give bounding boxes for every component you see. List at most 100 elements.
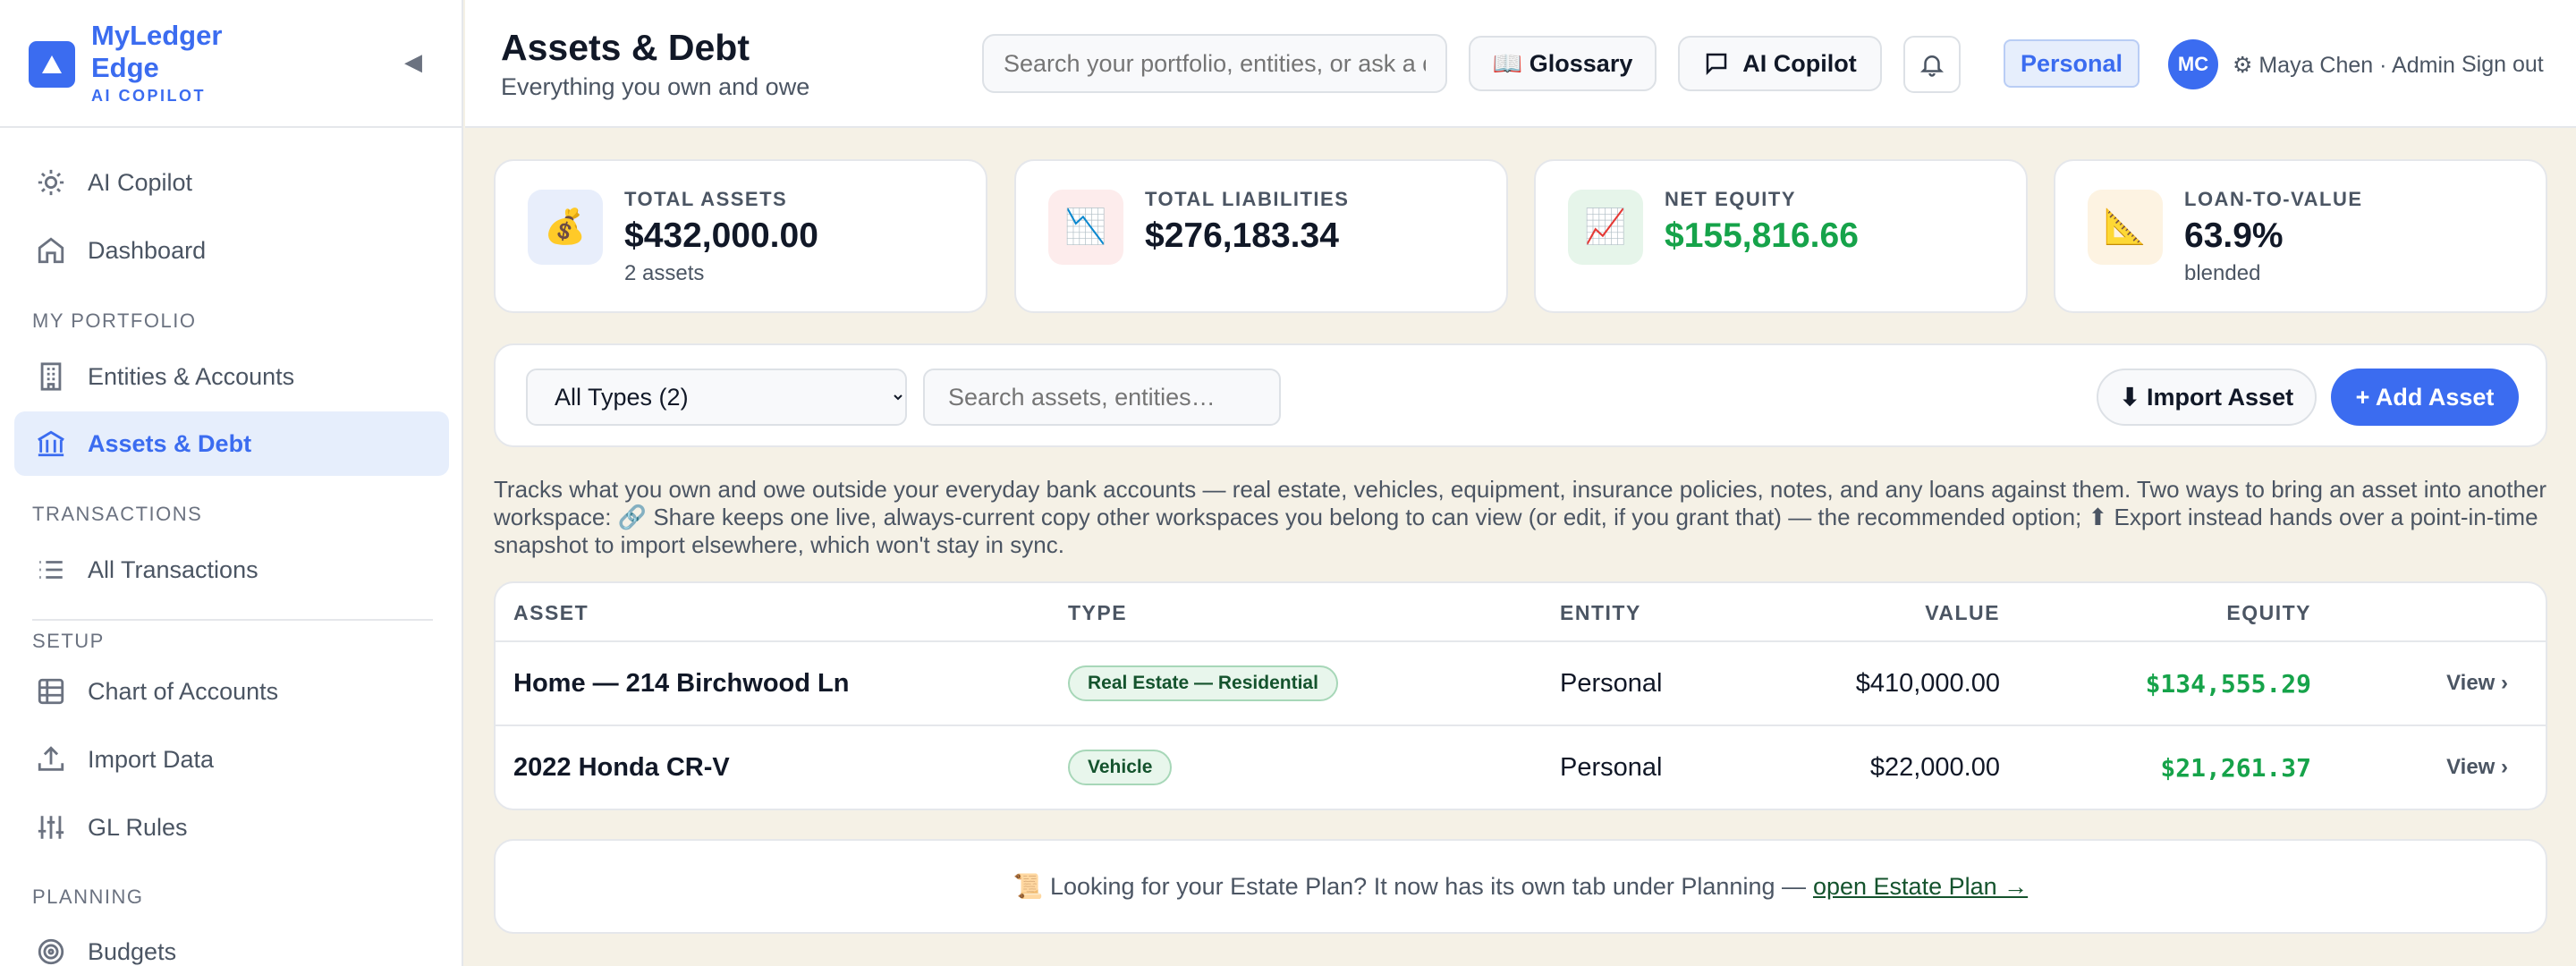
brand-header: MyLedger Edge AI COPILOT ◀ [0, 0, 462, 128]
entity-cell: Personal [1560, 753, 1663, 782]
upload-icon [36, 744, 66, 775]
brand-subtitle: AI COPILOT [91, 87, 206, 105]
value-cell: $22,000.00 [1869, 753, 2000, 782]
table-row[interactable]: Home — 214 Birchwood Ln Real Estate — Re… [496, 642, 2546, 726]
sidebar-item-label: GL Rules [88, 813, 188, 841]
sidebar-item-import-data[interactable]: Import Data [14, 727, 449, 792]
sidebar-item-chart-of-accounts[interactable]: Chart of Accounts [14, 659, 449, 724]
stat-card-total-assets: 💰 TOTAL ASSETS $432,000.00 2 assets [494, 159, 987, 313]
sidebar-item-all-transactions[interactable]: All Transactions [14, 538, 449, 602]
user-settings-link[interactable]: ⚙ Maya Chen · Admin [2233, 52, 2455, 79]
sidebar-item-label: Chart of Accounts [88, 677, 279, 705]
list-icon [36, 555, 66, 585]
type-badge: Real Estate — Residential [1068, 665, 1338, 701]
asset-name: 2022 Honda CR-V [513, 753, 730, 782]
import-asset-button[interactable]: ⬇ Import Asset [2097, 369, 2317, 426]
sidebar-item-label: Budgets [88, 937, 177, 965]
column-header-asset: ASSET [513, 601, 589, 624]
column-header-equity: EQUITY [2226, 601, 2311, 624]
bank-icon [36, 428, 66, 459]
global-search-input[interactable] [982, 34, 1447, 93]
section-label-portfolio: MY PORTFOLIO [32, 309, 197, 332]
bell-icon [1919, 55, 1945, 77]
sidebar-item-ai-copilot[interactable]: AI Copilot [14, 150, 449, 215]
open-estate-plan-link[interactable]: open Estate Plan → [1813, 873, 2028, 901]
sidebar-divider [32, 619, 433, 621]
value-cell: $410,000.00 [1855, 669, 2000, 698]
sidebar-item-label: AI Copilot [88, 168, 193, 196]
sidebar-item-label: Import Data [88, 745, 215, 773]
sidebar-item-label: Entities & Accounts [88, 362, 295, 390]
ai-copilot-button[interactable]: AI Copilot [1678, 36, 1882, 91]
add-asset-button[interactable]: + Add Asset [2331, 369, 2519, 426]
sliders-icon [36, 812, 66, 843]
estate-notice-text: 📜 Looking for your Estate Plan? It now h… [1013, 873, 1806, 900]
stat-sub: blended [2184, 261, 2261, 285]
stat-label: LOAN-TO-VALUE [2184, 188, 2363, 210]
estate-plan-notice: 📜 Looking for your Estate Plan? It now h… [494, 839, 2547, 934]
money-bag-icon: 💰 [528, 190, 603, 265]
stat-value: $155,816.66 [1665, 216, 1859, 255]
chart-down-icon: 📉 [1048, 190, 1123, 265]
sidebar-item-assets-debt[interactable]: Assets & Debt [14, 411, 449, 476]
assets-table: ASSET TYPE ENTITY VALUE EQUITY Home — 21… [494, 581, 2547, 810]
stat-card-net-equity: 📈 NET EQUITY $155,816.66 [1534, 159, 2028, 313]
glossary-button[interactable]: 📖 Glossary [1469, 36, 1657, 91]
chat-icon [1707, 53, 1727, 76]
type-badge: Vehicle [1068, 750, 1173, 785]
column-header-type: TYPE [1068, 601, 1128, 624]
sign-out-link[interactable]: Sign out [2462, 52, 2544, 78]
brand-name-line2: Edge [91, 52, 159, 83]
chart-up-icon: 📈 [1568, 190, 1643, 265]
stat-card-total-liabilities: 📉 TOTAL LIABILITIES $276,183.34 [1014, 159, 1508, 313]
equity-cell: $21,261.37 [2160, 753, 2311, 783]
section-label-setup: SETUP [32, 630, 105, 652]
asset-toolbar: All Types (2) ⬇ Import Asset + Add Asset [494, 343, 2547, 447]
workspace-switcher[interactable]: Personal [2004, 39, 2140, 88]
brand-name-line1: MyLedger [91, 20, 223, 51]
sidebar-item-entities-accounts[interactable]: Entities & Accounts [14, 344, 449, 409]
brand-logo-icon [29, 41, 75, 88]
triangle-ruler-icon: 📐 [2088, 190, 2163, 265]
sidebar-item-label: Dashboard [88, 236, 207, 264]
page-subtitle: Everything you own and owe [501, 73, 810, 100]
asset-search-input[interactable] [923, 369, 1281, 426]
type-filter-select[interactable]: All Types (2) [526, 369, 907, 426]
avatar[interactable]: MC [2168, 39, 2218, 89]
table-header: ASSET TYPE ENTITY VALUE EQUITY [496, 583, 2546, 642]
collapse-sidebar-button[interactable]: ◀ [404, 48, 422, 76]
brand-name: MyLedger Edge [91, 20, 222, 84]
stat-label: TOTAL ASSETS [624, 188, 788, 210]
section-label-planning: PLANNING [32, 886, 144, 908]
ai-copilot-label: AI Copilot [1742, 49, 1857, 77]
home-icon [36, 235, 66, 266]
target-icon [36, 936, 66, 966]
sidebar-item-label: All Transactions [88, 555, 258, 583]
equity-cell: $134,555.29 [2145, 669, 2311, 699]
column-header-value: VALUE [1925, 601, 2000, 624]
stat-value: $432,000.00 [624, 216, 818, 255]
stat-sub: 2 assets [624, 261, 705, 285]
table-row[interactable]: 2022 Honda CR-V Vehicle Personal $22,000… [496, 726, 2546, 809]
page-title: Assets & Debt [501, 27, 750, 68]
view-asset-link[interactable]: View › [2446, 671, 2508, 696]
stat-label: TOTAL LIABILITIES [1145, 188, 1350, 210]
stat-value: $276,183.34 [1145, 216, 1339, 255]
table-icon [36, 676, 66, 707]
page-description: Tracks what you own and owe outside your… [494, 476, 2547, 558]
column-header-entity: ENTITY [1560, 601, 1641, 624]
sun-icon [36, 167, 66, 198]
sidebar-item-budgets[interactable]: Budgets [14, 919, 449, 966]
stat-card-loan-to-value: 📐 LOAN-TO-VALUE 63.9% blended [2054, 159, 2547, 313]
sidebar: MyLedger Edge AI COPILOT ◀ AI Copilot Da… [0, 0, 463, 966]
top-header: Assets & Debt Everything you own and owe… [465, 0, 2576, 128]
stat-label: NET EQUITY [1665, 188, 1797, 210]
sidebar-item-dashboard[interactable]: Dashboard [14, 218, 449, 283]
notifications-button[interactable] [1903, 36, 1961, 93]
view-asset-link[interactable]: View › [2446, 755, 2508, 780]
sidebar-item-label: Assets & Debt [88, 429, 252, 457]
stat-value: 63.9% [2184, 216, 2284, 255]
section-label-transactions: TRANSACTIONS [32, 503, 203, 525]
sidebar-item-gl-rules[interactable]: GL Rules [14, 795, 449, 860]
building-icon [36, 361, 66, 392]
